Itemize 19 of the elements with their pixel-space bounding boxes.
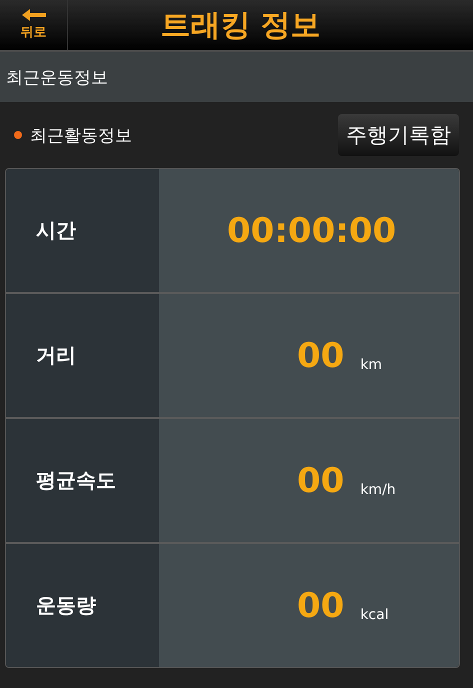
stat-label: 거리: [6, 294, 159, 417]
stat-unit: km: [360, 356, 382, 372]
screen-title: 트래킹 정보: [159, 6, 322, 44]
stat-label: 평균속도: [6, 419, 159, 542]
stat-label: 운동량: [6, 544, 159, 667]
back-button[interactable]: 뒤로: [0, 0, 68, 50]
records-button[interactable]: 주행기록함: [338, 114, 459, 156]
activity-label: 최근활동정보: [30, 124, 133, 146]
stat-value: 00:00:00: [227, 210, 396, 250]
stat-value: 00: [297, 460, 344, 500]
stat-unit: kcal: [360, 606, 389, 622]
section-title: 최근운동정보: [0, 52, 473, 102]
left-arrow-icon: [22, 9, 46, 21]
stat-label: 시간: [6, 169, 159, 292]
bullet-dot: [14, 131, 22, 139]
stat-value: 00: [297, 586, 344, 626]
back-label: 뒤로: [20, 24, 46, 41]
stat-unit: km/h: [360, 482, 396, 498]
stat-value: 00: [297, 336, 344, 376]
